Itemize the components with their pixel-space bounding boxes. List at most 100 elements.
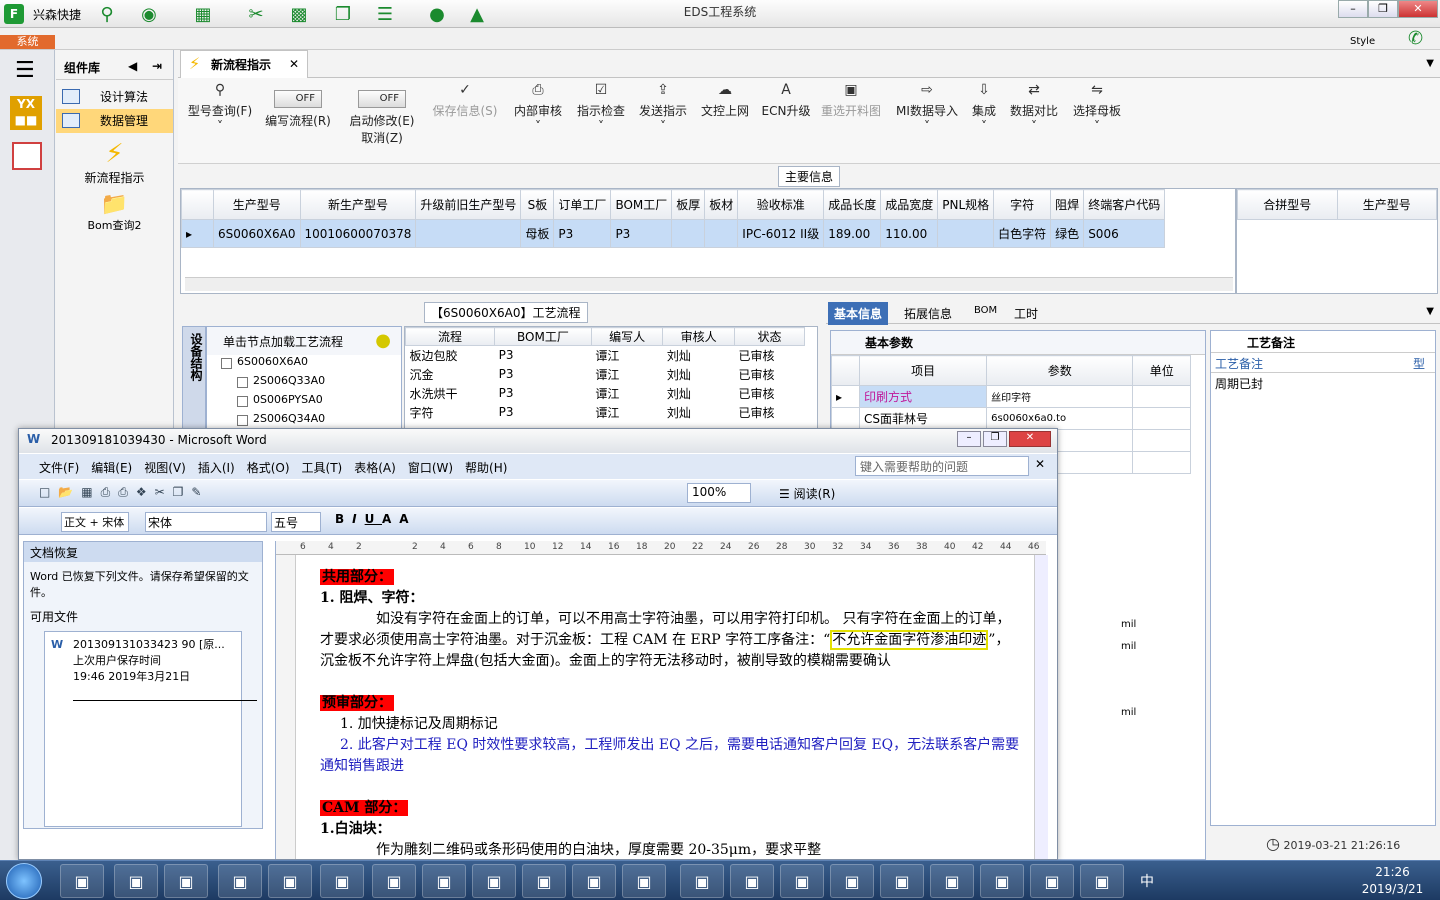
mi-import-button[interactable]: ⇨ MI数据导入 ˅ bbox=[892, 82, 962, 162]
app-icon[interactable]: ▣ bbox=[880, 864, 924, 898]
column-header[interactable]: 项目 bbox=[858, 355, 988, 386]
user-icon[interactable]: ● bbox=[424, 2, 450, 26]
style-menu[interactable]: Style bbox=[1350, 36, 1375, 47]
column-header[interactable]: 新生产型号 bbox=[299, 189, 417, 220]
read-mode-button[interactable]: ☰ 阅读(R) bbox=[779, 485, 835, 502]
table-row[interactable]: ▸ 印刷方式 丝印字符 bbox=[831, 385, 1191, 408]
table-row[interactable]: CS面菲林号 6s0060x6a0.to bbox=[831, 407, 1191, 430]
column-header[interactable]: 成品宽度 bbox=[880, 189, 939, 220]
table-cell[interactable]: 板边包胶 bbox=[406, 346, 495, 365]
column-header[interactable]: 成品长度 bbox=[823, 189, 882, 220]
globe-icon[interactable]: ◉ bbox=[136, 2, 162, 26]
tab-basic-info[interactable]: 基本信息 bbox=[828, 302, 889, 325]
table-cell[interactable]: 110.00 bbox=[880, 219, 939, 248]
table-cell[interactable]: P3 bbox=[495, 403, 592, 422]
column-header[interactable]: 阻焊 bbox=[1050, 189, 1085, 220]
row-selector-header[interactable] bbox=[831, 355, 860, 386]
close-tab-icon[interactable]: ✕ bbox=[289, 57, 299, 71]
eds-app-icon[interactable]: ▣ bbox=[164, 864, 208, 898]
scissors-icon[interactable]: ✂ bbox=[243, 2, 269, 26]
table-cell[interactable]: 谭江 bbox=[591, 365, 663, 384]
search-icon[interactable]: ⚲ bbox=[94, 2, 120, 26]
style-select[interactable]: 正文 + 宋体 bbox=[61, 512, 129, 532]
row-selector-header[interactable] bbox=[181, 189, 214, 220]
word-menu-item[interactable]: 表格(A) bbox=[354, 461, 396, 475]
column-header[interactable]: 升级前旧生产型号 bbox=[415, 189, 522, 220]
param-unit[interactable] bbox=[1132, 451, 1191, 474]
word-maximize-button[interactable]: ❐ bbox=[983, 431, 1007, 447]
table-cell[interactable]: 已审核 bbox=[734, 384, 804, 403]
column-header[interactable]: PNL规格 bbox=[937, 189, 995, 220]
doc-icon[interactable]: ▣ bbox=[422, 864, 466, 898]
table-cell[interactable] bbox=[415, 219, 522, 248]
ime-indicator[interactable]: 中 bbox=[1140, 871, 1154, 891]
checkbox-icon[interactable] bbox=[237, 396, 248, 407]
standard-tool-icons[interactable]: □📂▦⎙⎙❖✂❐✎ bbox=[39, 485, 209, 500]
recovered-file-item[interactable]: W 201309131033423 90 [原... 上次用户保存时间 19:4… bbox=[44, 631, 257, 827]
word-icon[interactable]: ▣ bbox=[472, 864, 516, 898]
table-cell[interactable]: 字符 bbox=[406, 403, 495, 422]
flag-icon[interactable]: ▣ bbox=[114, 864, 158, 898]
table-cell[interactable] bbox=[937, 219, 995, 248]
refresh-icon[interactable]: ▣ bbox=[268, 864, 312, 898]
word-menu-item[interactable]: 视图(V) bbox=[144, 461, 186, 475]
eye-icon[interactable]: ▣ bbox=[680, 864, 724, 898]
excel-icon[interactable]: ▣ bbox=[572, 864, 616, 898]
table-cell[interactable]: 189.00 bbox=[823, 219, 882, 248]
font-size-select[interactable]: 五号 bbox=[271, 512, 321, 532]
edit-flow-toggle[interactable]: OFF 编写流程(R) bbox=[260, 82, 336, 162]
send-instruction-button[interactable]: ⇪ 发送指示 ˅ bbox=[636, 82, 690, 162]
data-compare-button[interactable]: ⇄ 数据对比 ˅ bbox=[1008, 82, 1060, 162]
word-menu-item[interactable]: 帮助(H) bbox=[465, 461, 507, 475]
param-unit[interactable] bbox=[1132, 407, 1191, 430]
cancel-label[interactable]: 取消(Z) bbox=[344, 129, 420, 146]
list-icon[interactable]: ☰ bbox=[372, 2, 398, 26]
table-cell[interactable]: 刘灿 bbox=[663, 365, 735, 384]
checkbox-icon[interactable] bbox=[237, 377, 248, 388]
close-button[interactable]: ✕ bbox=[1398, 0, 1438, 18]
format-icons[interactable]: BIUAA bbox=[335, 512, 417, 526]
word-menu-item[interactable]: 格式(O) bbox=[247, 461, 290, 475]
media-icon[interactable]: ▣ bbox=[1080, 864, 1124, 898]
table-row[interactable]: 板边包胶 P3 谭江 刘灿 已审核 bbox=[406, 346, 805, 365]
table-cell[interactable]: 谭江 bbox=[591, 346, 663, 365]
word-close-button[interactable]: ✕ bbox=[1009, 431, 1051, 447]
word-menu-item[interactable]: 窗口(W) bbox=[408, 461, 453, 475]
basic-params-tab[interactable]: 基本参数 bbox=[831, 331, 1205, 355]
param-unit[interactable] bbox=[1132, 385, 1191, 408]
select-board-button[interactable]: ⇋ 选择母板 ˅ bbox=[1070, 82, 1124, 162]
table-cell[interactable]: 刘灿 bbox=[663, 346, 735, 365]
start-modify-toggle[interactable]: OFF 启动修改(E) 取消(Z) bbox=[344, 82, 420, 162]
word-menu-item[interactable]: 编辑(E) bbox=[91, 461, 132, 475]
table-cell[interactable]: S006 bbox=[1083, 219, 1166, 248]
tab-menu-icon[interactable]: ▼ bbox=[1426, 306, 1434, 317]
start-button[interactable] bbox=[6, 863, 42, 899]
param-value[interactable]: 6s0060x6a0.to bbox=[986, 407, 1134, 430]
table-cell[interactable]: 白色字符 bbox=[993, 219, 1052, 248]
column-header[interactable]: 审核人 bbox=[662, 327, 735, 346]
table-cell[interactable]: P3 bbox=[495, 346, 592, 365]
checkbox-icon[interactable] bbox=[237, 415, 248, 426]
table-cell[interactable]: 绿色 bbox=[1050, 219, 1085, 248]
tab-extended-info[interactable]: 拓展信息 bbox=[904, 305, 952, 322]
integrate-button[interactable]: ⇩ 集成 ˅ bbox=[968, 82, 1000, 162]
chart-icon[interactable]: ▲ bbox=[464, 2, 490, 26]
maximize-button[interactable]: ❐ bbox=[1368, 0, 1398, 18]
ecn-upgrade-button[interactable]: A ECN升级 bbox=[760, 82, 812, 162]
copy-icon[interactable]: ❐ bbox=[330, 2, 356, 26]
internal-review-button[interactable]: ⎙ 内部审核 ˅ bbox=[510, 82, 566, 162]
column-header[interactable]: 参数 bbox=[986, 355, 1134, 386]
toggle-switch[interactable]: OFF bbox=[358, 90, 406, 108]
word-icon[interactable]: ▣ bbox=[522, 864, 566, 898]
table-cell[interactable]: 已审核 bbox=[734, 365, 804, 384]
table-cell[interactable]: 母板 bbox=[520, 219, 555, 248]
column-header[interactable]: BOM工厂 bbox=[494, 327, 592, 346]
table-cell[interactable]: P3 bbox=[553, 219, 612, 248]
system-clock[interactable]: 21:26 2019/3/21 bbox=[1350, 864, 1435, 898]
table-cell[interactable]: P3 bbox=[495, 365, 592, 384]
yx-module-icon[interactable]: YX ■■ bbox=[10, 96, 42, 130]
pin-icon[interactable]: ⇥ bbox=[152, 59, 162, 73]
excel-icon[interactable]: ▣ bbox=[622, 864, 666, 898]
comp-item-design-algorithm[interactable]: 设计算法 bbox=[56, 85, 173, 109]
table-cell[interactable] bbox=[671, 219, 706, 248]
